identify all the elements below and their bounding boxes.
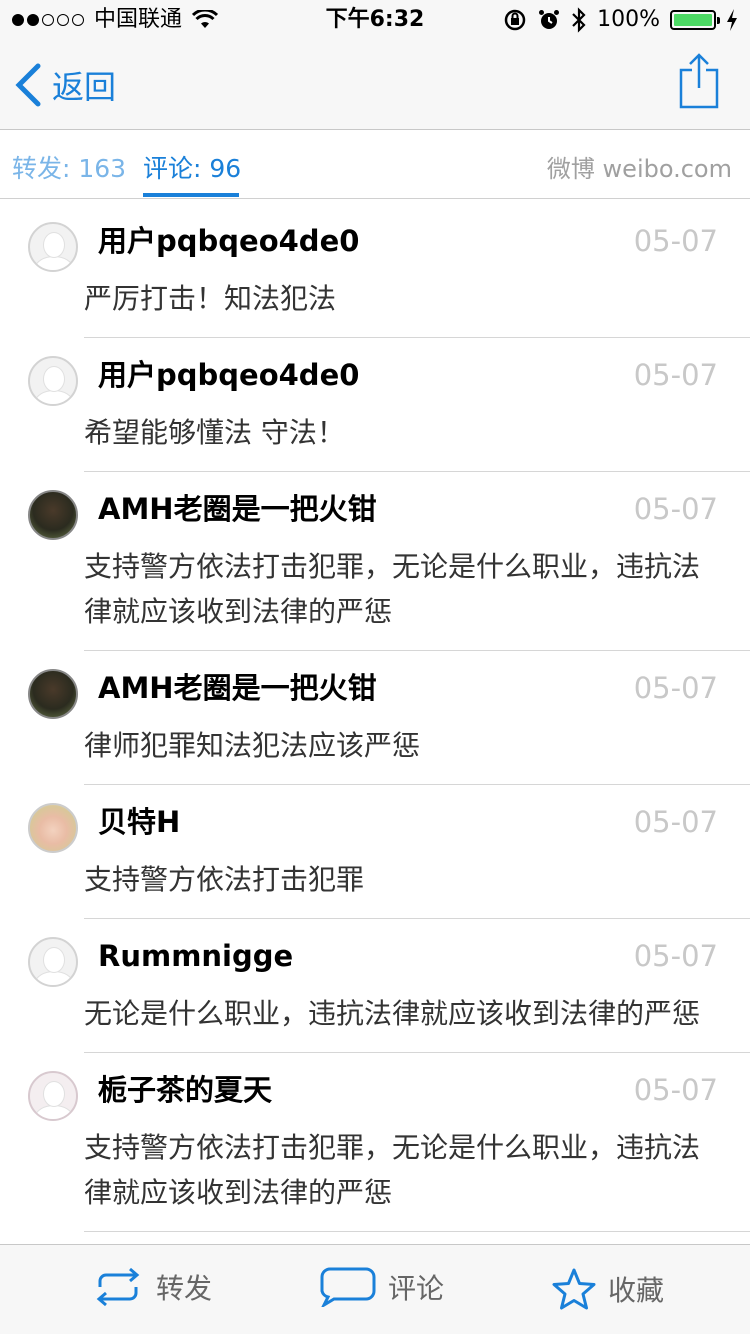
comment-username[interactable]: 栀子茶的夏天 xyxy=(98,1071,272,1109)
star-icon xyxy=(552,1268,596,1310)
share-icon xyxy=(679,53,719,109)
user-photo-avatar[interactable] xyxy=(28,803,78,853)
default-avatar[interactable] xyxy=(28,222,78,272)
tab-repost[interactable]: 转发: 163 xyxy=(12,149,126,185)
comment-username[interactable]: 用户pqbqeo4de0 xyxy=(98,222,359,260)
back-label: 返回 xyxy=(52,68,117,106)
charging-bolt-icon xyxy=(727,9,737,31)
repost-label: 转发 xyxy=(156,1272,213,1305)
comment-username[interactable]: Rummnigge xyxy=(98,937,293,975)
comment-item[interactable]: 用户pqbqeo4de0 05-07 希望能够懂法 守法！ xyxy=(28,338,750,472)
repost-button[interactable]: 转发 xyxy=(92,1267,212,1307)
comment-item[interactable]: 栀子茶的夏天 05-07 支持警方依法打击犯罪，无论是什么职业，违抗法律就应该收… xyxy=(28,1053,750,1232)
comment-username[interactable]: AMH老圈是一把火钳 xyxy=(98,669,377,707)
comment-item[interactable]: AMH老圈是一把火钳 05-07 律师犯罪知法犯法应该严惩 xyxy=(28,651,750,785)
weibo-comments-screen: 中国联通 下午6:32 100% 返回 转发: 163 评论: 96 微博 we… xyxy=(0,0,750,1334)
battery-percent: 100% xyxy=(597,7,660,32)
bottom-toolbar: 转发 评论 收藏 xyxy=(0,1244,750,1334)
speech-bubble-icon xyxy=(320,1267,376,1307)
comment-item[interactable]: Rummnigge 05-07 无论是什么职业，违抗法律就应该收到法律的严惩 xyxy=(28,919,750,1053)
back-button[interactable]: 返回 xyxy=(14,62,116,108)
comment-item[interactable]: 贝特H 05-07 支持警方依法打击犯罪 xyxy=(28,785,750,919)
user-photo-avatar[interactable] xyxy=(28,669,78,719)
battery-icon xyxy=(670,10,720,30)
default-avatar[interactable] xyxy=(28,937,78,987)
active-tab-indicator xyxy=(143,193,239,197)
comment-date: 05-07 xyxy=(633,492,718,526)
comment-button[interactable]: 评论 xyxy=(320,1267,444,1307)
chevron-left-icon xyxy=(15,63,41,107)
comment-username[interactable]: AMH老圈是一把火钳 xyxy=(98,490,377,528)
comment-date: 05-07 xyxy=(633,671,718,705)
rotation-lock-icon xyxy=(504,9,526,31)
share-button[interactable] xyxy=(678,52,720,114)
comment-username[interactable]: 用户pqbqeo4de0 xyxy=(98,356,359,394)
comment-label: 评论 xyxy=(388,1272,445,1305)
favorite-label: 收藏 xyxy=(608,1274,665,1307)
comment-item[interactable]: 用户pqbqeo4de0 05-07 严厉打击！知法犯法 xyxy=(28,204,750,338)
bluetooth-icon xyxy=(572,7,586,33)
top-bar: 中国联通 下午6:32 100% 返回 xyxy=(0,0,750,130)
comment-list: 用户pqbqeo4de0 05-07 严厉打击！知法犯法 用户pqbqeo4de… xyxy=(0,204,750,1232)
navigation-bar: 返回 xyxy=(0,40,750,130)
repost-icon xyxy=(96,1267,140,1307)
alarm-icon xyxy=(539,10,560,29)
status-bar: 中国联通 下午6:32 100% xyxy=(0,0,750,40)
favorite-button[interactable]: 收藏 xyxy=(552,1267,664,1311)
comment-date: 05-07 xyxy=(633,939,718,973)
comment-username[interactable]: 贝特H xyxy=(98,803,180,841)
user-photo-avatar[interactable] xyxy=(28,490,78,540)
tab-strip: 转发: 163 评论: 96 微博 weibo.com xyxy=(0,131,750,199)
comment-date: 05-07 xyxy=(633,224,718,258)
comment-date: 05-07 xyxy=(633,805,718,839)
tab-comment[interactable]: 评论: 96 xyxy=(143,149,241,185)
comment-date: 05-07 xyxy=(633,1073,718,1107)
weibo-brand: 微博 weibo.com xyxy=(546,155,732,183)
default-avatar[interactable] xyxy=(28,356,78,406)
default-avatar[interactable] xyxy=(28,1071,78,1121)
comment-date: 05-07 xyxy=(633,358,718,392)
comment-item[interactable]: AMH老圈是一把火钳 05-07 支持警方依法打击犯罪，无论是什么职业，违抗法律… xyxy=(28,472,750,651)
